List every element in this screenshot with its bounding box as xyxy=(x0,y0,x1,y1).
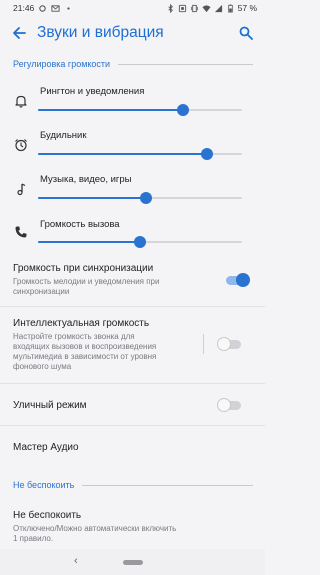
sync-volume-toggle[interactable] xyxy=(224,273,250,287)
app-bar: Звуки и вибрация xyxy=(0,16,265,50)
status-time: 21:46 xyxy=(13,3,35,13)
sync-volume-title: Громкость при синхронизации xyxy=(13,263,154,274)
slider-fill xyxy=(38,153,208,155)
nav-back-icon[interactable]: ‹ xyxy=(74,555,78,567)
bell-icon xyxy=(14,94,28,108)
smart-volume-subtitle-1: Настройте громкость звонка для xyxy=(13,332,135,341)
sync-volume-subtitle-1: Громкость мелодии и уведомления при xyxy=(13,277,160,286)
slider-fill xyxy=(38,241,140,243)
vibrate-icon xyxy=(190,4,199,13)
street-mode-toggle[interactable] xyxy=(217,398,243,412)
battery-icon xyxy=(226,3,235,13)
slider-row-media: Музыка, видео, игры xyxy=(0,172,265,212)
toggle-knob xyxy=(217,398,231,412)
slider-row-call: Громкость вызова xyxy=(0,216,265,256)
search-icon xyxy=(239,26,253,40)
ringtone-volume-slider[interactable] xyxy=(38,104,242,116)
phone-icon xyxy=(14,225,28,239)
battery-percent: 57 % xyxy=(237,3,257,13)
smart-volume-toggle[interactable] xyxy=(217,337,243,351)
volume-section-header: Регулировка громкости xyxy=(13,59,253,69)
smart-volume-subtitle-2: входящих вызовов и воспроизведения xyxy=(13,342,157,351)
call-volume-slider[interactable] xyxy=(38,236,242,248)
nfc-icon xyxy=(178,4,187,13)
slider-thumb[interactable] xyxy=(134,236,146,248)
volume-section-title: Регулировка громкости xyxy=(13,59,111,69)
sync-volume-subtitle-2: синхронизации xyxy=(13,287,70,296)
smart-volume-title: Интеллектуальная громкость xyxy=(13,318,150,329)
notification-dot-icon xyxy=(38,4,47,13)
page-title: Звуки и вибрация xyxy=(37,24,164,41)
smart-volume-subtitle-4: фонового шума xyxy=(13,362,72,371)
vertical-separator xyxy=(203,334,204,354)
divider xyxy=(0,383,265,384)
alarm-icon xyxy=(14,138,28,152)
divider xyxy=(0,425,265,426)
smart-volume-subtitle-3: мультимедиа в зависимости от уровня xyxy=(13,352,157,361)
navigation-bar: ‹ xyxy=(0,549,265,575)
dnd-item-subtitle-1: Отключено/Можно автоматически включить xyxy=(13,524,177,533)
dnd-item-subtitle-2: 1 правило. xyxy=(13,534,54,543)
slider-label-ringtone: Рингтон и уведомления xyxy=(40,86,145,97)
dnd-section-header: Не беспокоить xyxy=(13,480,253,490)
slider-thumb[interactable] xyxy=(176,104,189,116)
slider-label-alarm: Будильник xyxy=(40,130,87,141)
slider-thumb[interactable] xyxy=(140,192,153,204)
signal-icon xyxy=(214,4,223,13)
dnd-item-title[interactable]: Не беспокоить xyxy=(13,510,81,521)
alarm-volume-slider[interactable] xyxy=(38,148,242,160)
media-volume-slider[interactable] xyxy=(38,192,242,204)
music-note-icon xyxy=(14,182,28,196)
divider xyxy=(0,306,265,307)
mail-icon xyxy=(51,4,60,13)
toggle-knob xyxy=(236,273,250,287)
nav-home-pill[interactable] xyxy=(123,560,143,565)
wifi-icon xyxy=(202,4,211,13)
toggle-knob xyxy=(217,337,231,351)
section-divider xyxy=(118,63,253,65)
back-button[interactable] xyxy=(10,24,28,42)
status-bar: 21:46 57 % xyxy=(0,0,265,16)
slider-row-ringtone: Рингтон и уведомления xyxy=(0,84,265,124)
slider-thumb[interactable] xyxy=(201,148,214,160)
slider-label-call: Громкость вызова xyxy=(40,219,120,230)
arrow-back-icon xyxy=(13,27,26,39)
audio-wizard-item[interactable]: Мастер Аудио xyxy=(13,442,79,453)
slider-fill xyxy=(38,197,147,199)
slider-label-media: Музыка, видео, игры xyxy=(40,174,132,185)
dot-icon xyxy=(64,4,73,13)
slider-fill xyxy=(38,109,183,111)
slider-row-alarm: Будильник xyxy=(0,128,265,168)
section-divider xyxy=(82,484,253,486)
bluetooth-icon xyxy=(166,3,175,13)
street-mode-title: Уличный режим xyxy=(13,400,87,411)
dnd-section-title: Не беспокоить xyxy=(13,480,75,490)
search-button[interactable] xyxy=(237,24,255,42)
